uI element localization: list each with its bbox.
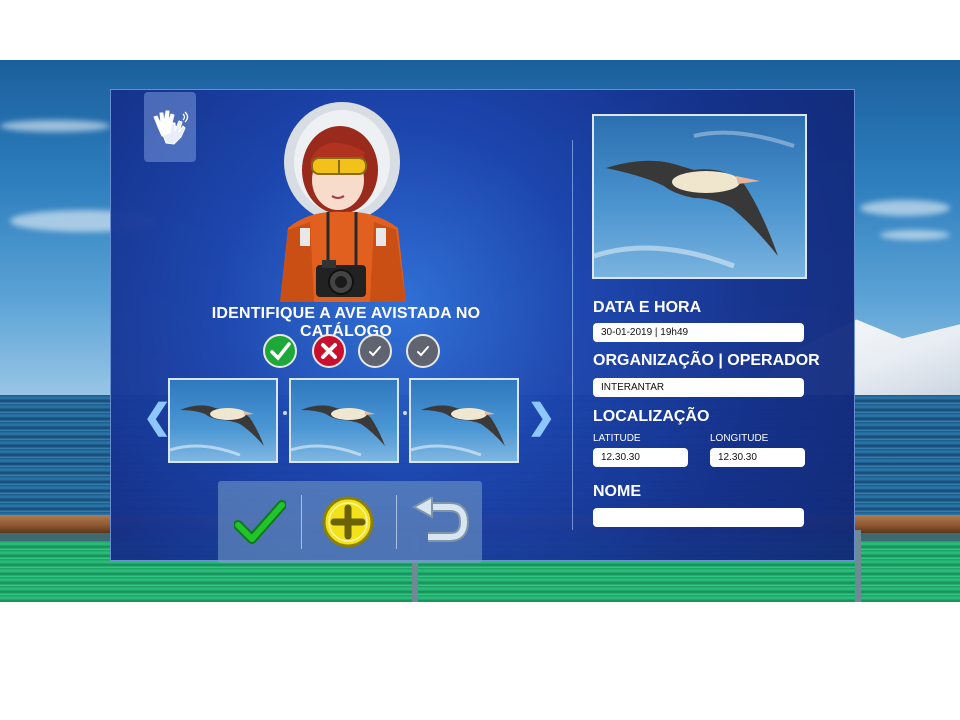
location-label: LOCALIZAÇÃO: [593, 408, 710, 425]
back-button[interactable]: [398, 481, 482, 563]
add-button[interactable]: [306, 481, 390, 563]
albatross-photo: [170, 405, 264, 457]
longitude-field[interactable]: [710, 448, 805, 467]
sighting-photo: [592, 114, 807, 279]
correct-icon: [263, 334, 297, 368]
organization-field[interactable]: [593, 378, 804, 397]
action-separator: [301, 495, 302, 549]
catalog-thumbnail[interactable]: [289, 378, 399, 463]
longitude-label: LONGITUDE: [710, 433, 769, 444]
carousel-dot: [283, 411, 287, 415]
explorer-avatar: [280, 102, 406, 302]
albatross-photo: [411, 405, 505, 457]
cloud: [880, 230, 950, 240]
action-separator: [396, 495, 397, 549]
wrong-icon: [312, 334, 346, 368]
name-field[interactable]: [593, 508, 804, 527]
catalog-thumbnail[interactable]: [409, 378, 519, 463]
pending-icon: [406, 334, 440, 368]
confirm-button[interactable]: [218, 481, 302, 563]
organization-label: ORGANIZAÇÃO | OPERADOR: [593, 352, 820, 369]
panel-divider: [572, 140, 573, 530]
cloud: [860, 200, 950, 216]
plus-icon: [322, 496, 374, 548]
carousel-dot: [403, 411, 407, 415]
action-bar: [218, 481, 482, 563]
chevron-right-icon[interactable]: ❯: [527, 400, 556, 434]
railing-post: [855, 530, 861, 602]
date-field[interactable]: [593, 323, 804, 342]
date-label: DATA E HORA: [593, 299, 702, 316]
albatross-photo: [291, 405, 385, 457]
check-icon: [234, 500, 286, 544]
cloud: [0, 120, 110, 132]
pending-icon: [358, 334, 392, 368]
sign-language-button[interactable]: [144, 92, 196, 162]
latitude-field[interactable]: [593, 448, 688, 467]
attempt-status-row: [263, 334, 443, 370]
sign-language-icon: [153, 110, 189, 145]
albatross-photo: [594, 130, 795, 269]
undo-icon: [411, 497, 470, 542]
catalog-thumbnail[interactable]: [168, 378, 278, 463]
name-label: NOME: [593, 483, 641, 500]
latitude-label: LATITUDE: [593, 433, 641, 444]
